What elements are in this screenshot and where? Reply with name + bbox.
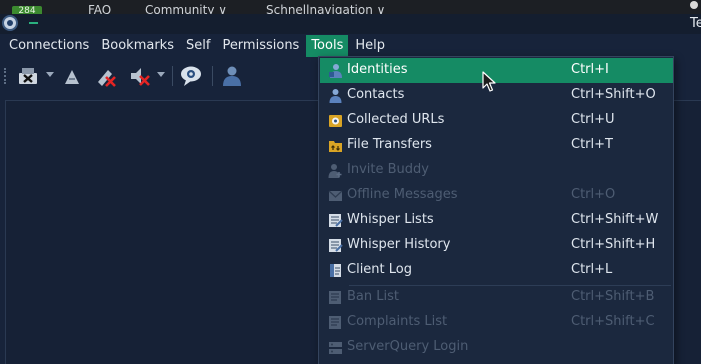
ban-list-icon	[329, 291, 341, 304]
menu-tools[interactable]: Tools	[306, 35, 349, 57]
whisper-history-icon	[329, 239, 343, 252]
user-icon	[223, 66, 241, 86]
menu-item-shortcut: Ctrl+T	[571, 137, 613, 152]
title-bar: Te	[0, 14, 701, 34]
menu-item-shortcut: Ctrl+Shift+H	[571, 237, 656, 252]
mute-microphone-button[interactable]	[94, 64, 118, 88]
toolbar-separator	[212, 66, 213, 86]
app-logo-icon[interactable]	[2, 15, 18, 31]
whisper-lists-icon	[329, 214, 343, 227]
menu-item-label: ServerQuery Login	[347, 339, 469, 354]
menu-item-label: Collected URLs	[347, 112, 445, 127]
menu-item-contacts[interactable]: Contacts Ctrl+Shift+O	[320, 83, 673, 108]
menu-item-label: Client Log	[347, 262, 412, 277]
menu-item-shortcut: Ctrl+L	[571, 262, 613, 277]
menu-item-collected-urls[interactable]: Collected URLs Ctrl+U	[320, 108, 673, 133]
browser-link-community[interactable]: Community ∨	[145, 3, 227, 14]
client-log-icon	[330, 264, 341, 277]
menu-item-identities[interactable]: Identities Ctrl+I	[320, 58, 673, 83]
menu-item-shortcut: Ctrl+O	[571, 187, 616, 202]
menu-item-label: File Transfers	[347, 137, 432, 152]
identities-icon	[329, 64, 342, 78]
menu-item-shortcut: Ctrl+Shift+W	[571, 212, 659, 227]
serverquery-login-icon	[329, 342, 342, 354]
minimize-icon[interactable]	[29, 22, 38, 24]
disconnect-dropdown-icon[interactable]	[46, 72, 54, 77]
contacts-button[interactable]	[220, 64, 244, 88]
disconnect-button[interactable]	[16, 64, 40, 88]
browser-extension-icon[interactable]	[690, 1, 698, 9]
contacts-icon	[329, 89, 342, 103]
menu-help[interactable]: Help	[350, 35, 390, 57]
invite-buddy-icon	[328, 164, 342, 178]
speakers-dropdown-icon[interactable]	[157, 72, 165, 77]
subscribe-button[interactable]	[178, 64, 204, 88]
menu-item-label: Offline Messages	[347, 187, 458, 202]
menu-item-file-transfers[interactable]: File Transfers Ctrl+T	[320, 133, 673, 158]
notification-badge: 284	[12, 6, 42, 14]
menu-self[interactable]: Self	[181, 35, 215, 57]
browser-link-schnellnavigation[interactable]: Schnellnavigation ∨	[266, 3, 385, 14]
menu-item-label: Whisper History	[347, 237, 451, 252]
menu-item-invite-buddy: Invite Buddy	[320, 158, 673, 183]
mute-speakers-button[interactable]	[128, 64, 152, 88]
toolbar-separator	[172, 66, 173, 86]
away-icon	[65, 70, 79, 84]
chat-bubble-icon	[181, 66, 201, 86]
menu-item-shortcut: Ctrl+Shift+C	[571, 314, 655, 329]
collected-urls-icon	[329, 115, 342, 127]
menu-connections[interactable]: Connections	[4, 35, 94, 57]
menu-item-client-log[interactable]: Client Log Ctrl+L	[320, 258, 673, 283]
menu-item-label: Invite Buddy	[347, 162, 429, 177]
menu-item-shortcut: Ctrl+I	[571, 62, 609, 77]
menu-item-label: Contacts	[347, 87, 405, 102]
menu-bar: Connections Bookmarks Self Permissions T…	[0, 34, 701, 58]
mouse-cursor-icon	[482, 71, 496, 92]
menu-item-label: Ban List	[347, 289, 399, 304]
menu-item-whisper-lists[interactable]: Whisper Lists Ctrl+Shift+W	[320, 208, 673, 233]
disconnect-icon	[19, 68, 37, 84]
menu-item-label: Whisper Lists	[347, 212, 434, 227]
tools-menu-dropdown: Identities Ctrl+I Contacts Ctrl+Shift+O …	[318, 56, 674, 364]
menu-item-serverquery-login: ServerQuery Login	[320, 335, 673, 360]
menu-bookmarks[interactable]: Bookmarks	[96, 35, 179, 57]
away-button[interactable]	[60, 64, 84, 88]
menu-item-whisper-history[interactable]: Whisper History Ctrl+Shift+H	[320, 233, 673, 258]
menu-item-shortcut: Ctrl+Shift+O	[571, 87, 656, 102]
menu-item-offline-messages: Offline Messages Ctrl+O	[320, 183, 673, 208]
menu-item-label: Complaints List	[347, 314, 448, 329]
mute-speakers-icon	[131, 68, 150, 86]
browser-tab-strip: 284 FAQ Community ∨ Schnellnavigation ∨	[0, 0, 701, 14]
menu-permissions[interactable]: Permissions	[217, 35, 304, 57]
window-title: Te	[690, 16, 701, 31]
menu-item-label: Identities	[347, 62, 408, 77]
menu-item-ban-list: Ban List Ctrl+Shift+B	[320, 285, 673, 310]
mute-microphone-icon	[98, 70, 116, 87]
file-transfers-icon	[329, 141, 342, 152]
toolbar-grip[interactable]	[4, 68, 8, 84]
menu-item-shortcut: Ctrl+U	[571, 112, 615, 127]
menu-item-complaints-list: Complaints List Ctrl+Shift+C	[320, 310, 673, 335]
offline-messages-icon	[328, 190, 343, 201]
browser-link-faq[interactable]: FAQ	[88, 3, 111, 14]
complaints-list-icon	[329, 316, 341, 329]
menu-item-shortcut: Ctrl+Shift+B	[571, 289, 655, 304]
